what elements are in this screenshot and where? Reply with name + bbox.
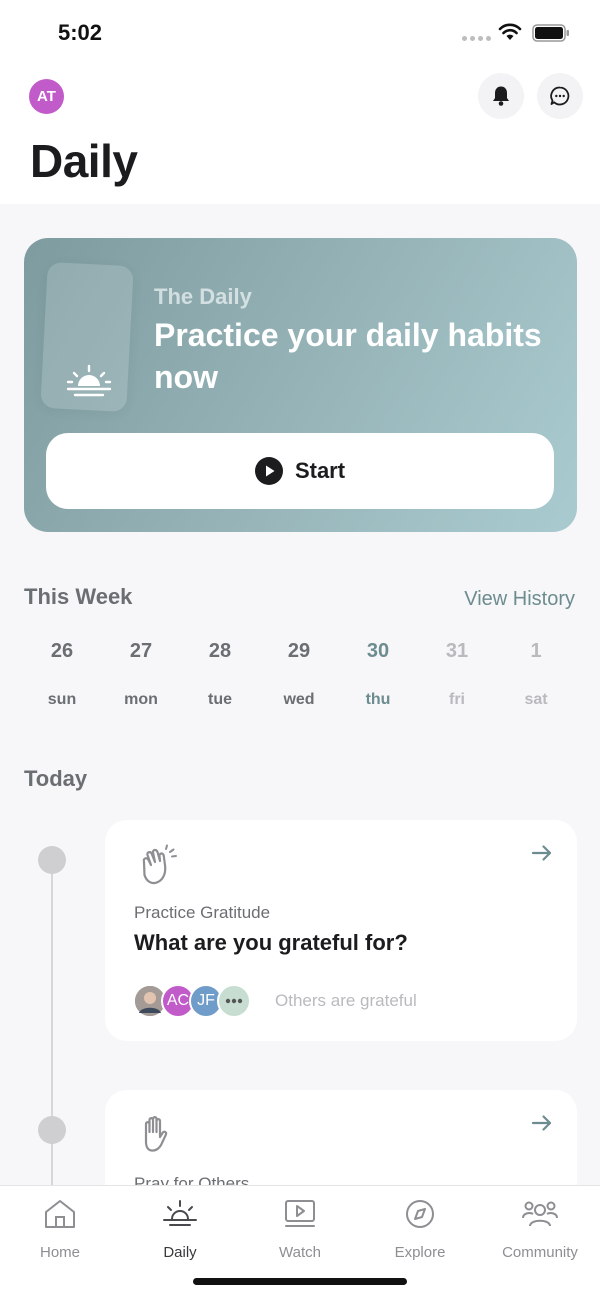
day-name: fri [449, 691, 465, 708]
chat-bubble-icon [550, 86, 570, 106]
sunrise-icon [66, 364, 112, 397]
tab-label: Watch [279, 1244, 321, 1261]
day-number: 1 [530, 640, 542, 662]
day-number: 28 [208, 640, 232, 662]
gratitude-task-card[interactable]: Practice Gratitude What are you grateful… [105, 820, 577, 1041]
status-bar: 5:02 [0, 0, 600, 66]
sunrise-icon [163, 1200, 197, 1226]
timeline-dot [38, 846, 66, 874]
wifi-icon [498, 23, 522, 40]
day-number: 29 [287, 640, 311, 662]
play-icon [254, 457, 283, 485]
tab-daily[interactable]: Daily [120, 1198, 240, 1261]
bell-icon [493, 86, 509, 106]
day-number: 31 [445, 640, 469, 662]
header-area: 5:02 AT Daily [0, 0, 600, 204]
others-grateful-label: Others are grateful [275, 991, 417, 1010]
day-name: mon [124, 691, 158, 708]
tab-explore[interactable]: Explore [360, 1198, 480, 1261]
day-tue[interactable]: 28 tue [190, 640, 250, 709]
task-category: Practice Gratitude [134, 903, 271, 922]
today-heading: Today [24, 766, 88, 791]
page-title: Daily [30, 135, 138, 187]
community-people-icon [522, 1201, 558, 1227]
notifications-button[interactable] [478, 73, 524, 119]
day-name: sat [524, 691, 548, 708]
messages-button[interactable] [537, 73, 583, 119]
start-button[interactable]: Start [46, 433, 554, 509]
home-indicator [193, 1278, 407, 1285]
task-question: What are you grateful for? [134, 930, 408, 955]
tab-watch[interactable]: Watch [240, 1198, 360, 1261]
battery-icon [532, 24, 569, 42]
day-sun[interactable]: 26 sun [32, 640, 92, 709]
day-fri[interactable]: 31 fri [427, 640, 487, 709]
day-name: tue [208, 691, 232, 708]
this-week-heading: This Week [24, 584, 133, 609]
profile-avatar[interactable]: AT [29, 79, 64, 114]
tab-community[interactable]: Community [480, 1198, 600, 1261]
view-history-link[interactable]: View History [464, 588, 575, 611]
day-number: 27 [129, 640, 153, 662]
video-play-icon [285, 1200, 315, 1227]
hero-headline: Practice your daily habits now [154, 317, 542, 395]
compass-icon [406, 1200, 434, 1228]
day-mon[interactable]: 27 mon [111, 640, 171, 709]
signal-icon [462, 36, 491, 41]
more-participants-icon [217, 984, 251, 1018]
day-sat[interactable]: 1 sat [506, 640, 566, 709]
participant-avatars[interactable]: AC JF [133, 984, 251, 1018]
day-name: wed [283, 691, 315, 708]
day-name: thu [365, 691, 391, 708]
tab-label: Home [39, 1244, 80, 1261]
day-name: sun [47, 691, 77, 708]
clapping-hands-icon [142, 844, 177, 885]
start-label: Start [294, 458, 346, 483]
timeline-dot [38, 1116, 66, 1144]
raised-hand-icon [144, 1116, 168, 1152]
hero-subtitle: The Daily [154, 284, 252, 309]
tab-label: Community [502, 1244, 578, 1261]
tab-label: Explore [394, 1244, 446, 1261]
status-time: 5:02 [58, 20, 103, 45]
arrow-right-icon[interactable] [531, 844, 553, 862]
tab-label: Daily [163, 1244, 197, 1261]
daily-hero-card[interactable]: The Daily Practice your daily habits now… [24, 238, 577, 532]
tab-home[interactable]: Home [0, 1198, 120, 1261]
day-thu[interactable]: 30 thu [348, 640, 408, 709]
day-number: 26 [50, 640, 74, 662]
arrow-right-icon[interactable] [531, 1114, 553, 1132]
home-icon [45, 1200, 75, 1228]
day-number: 30 [366, 640, 390, 662]
day-wed[interactable]: 29 wed [269, 640, 329, 709]
